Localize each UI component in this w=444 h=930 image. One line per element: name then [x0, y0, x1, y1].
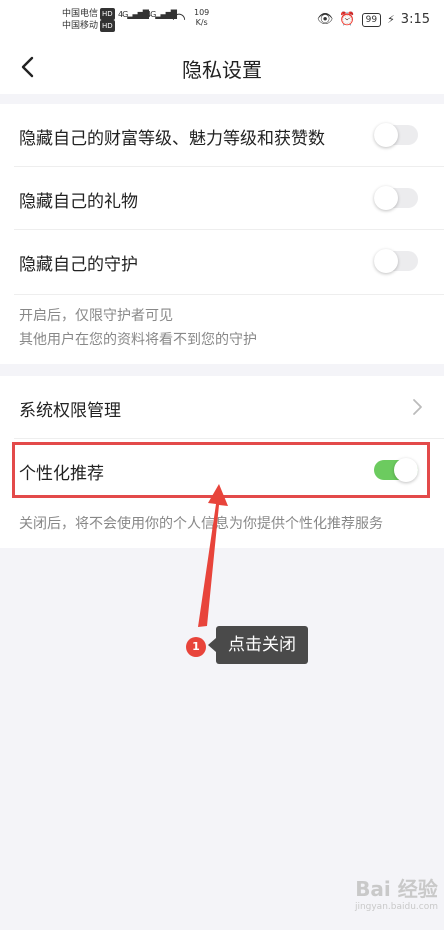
battery-indicator: 99 [361, 12, 382, 27]
carrier-2: 中国移动 [62, 21, 99, 31]
carrier-1: 中国电信 [62, 9, 99, 19]
clock: 3:15 [400, 12, 430, 27]
setting-row-hide-gifts: 隐藏自己的礼物 [0, 167, 444, 229]
network-speed: 109 K/s [194, 8, 210, 27]
guard-note-line1: 开启后，仅限守护者可见 [19, 308, 173, 324]
privacy-settings-group: 隐藏自己的财富等级、魅力等级和获赞数 隐藏自己的礼物 隐藏自己的守护 开启后，仅… [0, 104, 444, 364]
guard-note-line2: 其他用户在您的资料将看不到您的守护 [19, 332, 257, 348]
highlight-box [12, 442, 430, 498]
setting-row-hide-guard: 隐藏自己的守护 [0, 230, 444, 292]
setting-label-hide-gifts: 隐藏自己的礼物 [19, 192, 138, 212]
watermark: Bai 经验 jingyan.baidu.com [355, 873, 438, 912]
step-badge: 1 [186, 637, 206, 657]
chevron-right-icon [413, 399, 422, 415]
carrier-info: 中国电信 HD 中国移动 HD [62, 8, 115, 32]
charging-icon: ⚡ [387, 13, 395, 26]
eye-icon: 👁 [316, 12, 334, 27]
instruction-tooltip: 点击关闭 [208, 626, 308, 664]
hd-badge-1: HD [100, 8, 115, 20]
divider [14, 294, 444, 295]
status-right: 👁 ⏰ 99 ⚡ 3:15 [317, 12, 430, 27]
setting-label-system-permissions: 系统权限管理 [19, 401, 121, 421]
personalized-note: 关闭后，将不会使用你的个人信息为你提供个性化推荐服务 [19, 516, 383, 532]
hd-badge-2: HD [100, 20, 115, 32]
nav-bar: 隐私设置 [0, 40, 444, 94]
watermark-line1: Bai 经验 [355, 877, 438, 901]
toggle-knob [374, 123, 398, 147]
toggle-knob [374, 186, 398, 210]
toggle-hide-guard[interactable] [374, 249, 418, 273]
wifi-icon: ◠ [172, 9, 186, 28]
page-title: 隐私设置 [182, 58, 262, 82]
status-bar: 中国电信 HD 中国移动 HD 4G▂▄▆█ 4G▂▄▆█ ◠ 109 K/s 👁 ⏰… [0, 0, 444, 40]
watermark-line2: jingyan.baidu.com [354, 902, 438, 912]
toggle-knob [374, 249, 398, 273]
setting-label-hide-wealth: 隐藏自己的财富等级、魅力等级和获赞数 [19, 129, 325, 149]
alarm-icon: ⏰ [339, 12, 356, 27]
toggle-hide-wealth[interactable] [374, 123, 418, 147]
setting-row-system-permissions[interactable]: 系统权限管理 [0, 376, 444, 438]
toggle-hide-gifts[interactable] [374, 186, 418, 210]
signal-icon-1: 4G▂▄▆█ [118, 10, 149, 19]
setting-row-hide-wealth: 隐藏自己的财富等级、魅力等级和获赞数 [0, 104, 444, 166]
setting-label-hide-guard: 隐藏自己的守护 [19, 255, 138, 275]
